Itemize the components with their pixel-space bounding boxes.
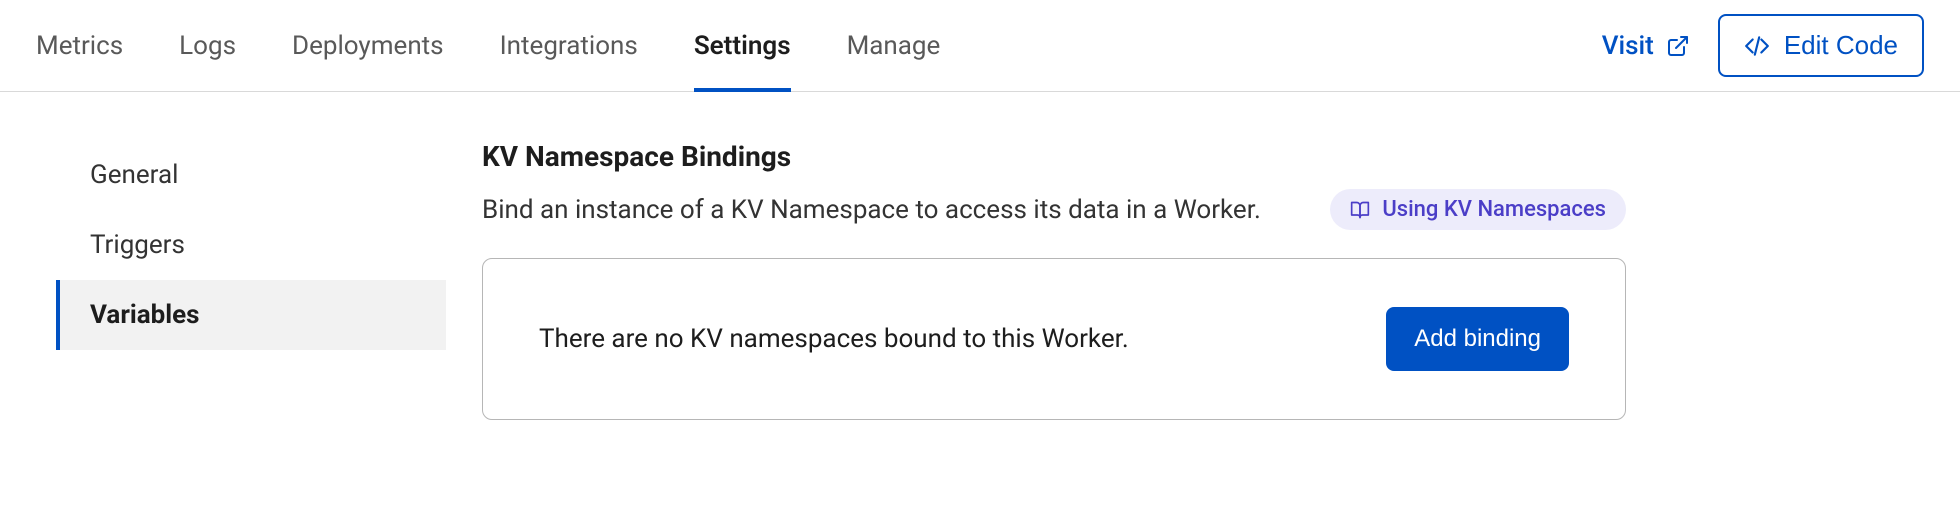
kv-bindings-panel: There are no KV namespaces bound to this… [482, 258, 1626, 420]
doc-link-kv-namespaces[interactable]: Using KV Namespaces [1330, 189, 1626, 230]
visit-label: Visit [1602, 31, 1654, 61]
tab-metrics[interactable]: Metrics [36, 0, 123, 92]
tab-manage[interactable]: Manage [847, 0, 941, 92]
code-icon [1744, 33, 1770, 59]
external-link-icon [1666, 34, 1690, 58]
book-icon [1350, 200, 1370, 220]
visit-link[interactable]: Visit [1602, 31, 1690, 61]
sidebar-item-variables[interactable]: Variables [56, 280, 446, 350]
section-description-row: Bind an instance of a KV Namespace to ac… [482, 189, 1626, 230]
section-title: KV Namespace Bindings [482, 140, 1626, 173]
topbar: Metrics Logs Deployments Integrations Se… [0, 0, 1960, 92]
sidebar-item-triggers[interactable]: Triggers [56, 210, 446, 280]
add-binding-button[interactable]: Add binding [1386, 307, 1569, 371]
top-actions: Visit Edit Code [1602, 14, 1924, 77]
tab-logs[interactable]: Logs [179, 0, 236, 92]
main: General Triggers Variables KV Namespace … [0, 92, 1960, 468]
settings-sidebar: General Triggers Variables [56, 140, 446, 420]
doc-link-label: Using KV Namespaces [1382, 197, 1606, 222]
edit-code-label: Edit Code [1784, 30, 1898, 61]
tab-settings[interactable]: Settings [694, 0, 791, 92]
sidebar-item-general[interactable]: General [56, 140, 446, 210]
edit-code-button[interactable]: Edit Code [1718, 14, 1924, 77]
content: KV Namespace Bindings Bind an instance o… [446, 140, 1626, 420]
tab-integrations[interactable]: Integrations [500, 0, 638, 92]
section-description: Bind an instance of a KV Namespace to ac… [482, 195, 1261, 225]
empty-state-text: There are no KV namespaces bound to this… [539, 324, 1129, 354]
top-tabs: Metrics Logs Deployments Integrations Se… [36, 0, 940, 91]
tab-deployments[interactable]: Deployments [292, 0, 444, 92]
